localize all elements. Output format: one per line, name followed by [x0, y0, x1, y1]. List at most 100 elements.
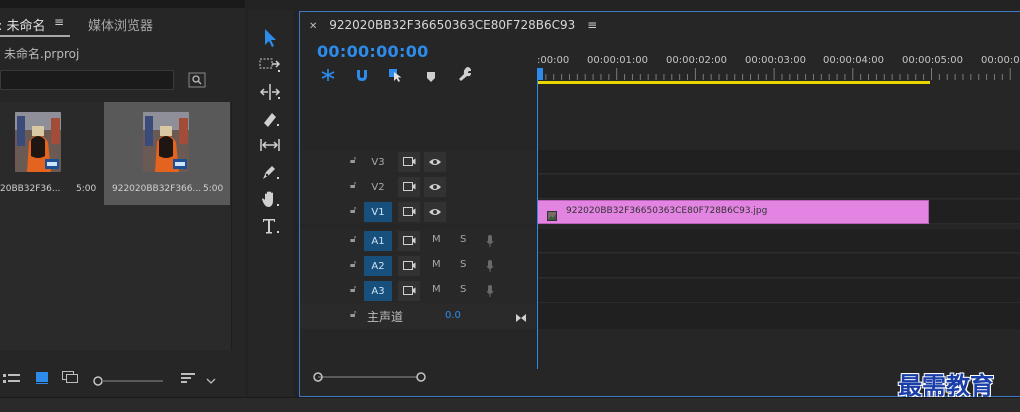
master-track-body[interactable] [537, 303, 1020, 329]
solo-button[interactable]: S [460, 259, 466, 270]
project-clip-item[interactable]: 922020BB32F366... 5:00 [104, 102, 230, 205]
track-target-v3[interactable]: V3 [364, 152, 392, 172]
list-view-icon[interactable] [3, 370, 21, 389]
eye-icon[interactable] [424, 152, 446, 172]
project-clip-item[interactable]: 20BB32F36... 5:00 [0, 102, 102, 205]
lock-icon[interactable]: 🔓︎ [350, 180, 356, 191]
tab-media-browser[interactable]: 媒体浏览器 [88, 15, 153, 34]
ruler-label: 00:00:02:00 [666, 55, 728, 66]
ruler-label: 00:00:05:00 [902, 55, 964, 66]
microphone-icon[interactable] [486, 258, 494, 277]
pen-icon [263, 166, 279, 179]
search-input[interactable] [0, 70, 174, 90]
master-track-header: 🔓︎ 主声道 0.0 [300, 303, 536, 329]
master-track-label: 主声道 [367, 310, 404, 324]
track-v3: 🔓︎ V3 [300, 150, 1020, 174]
tab-project-prefix: : [0, 19, 2, 34]
slip-tool[interactable] [256, 134, 284, 156]
icon-view-icon[interactable] [36, 369, 48, 388]
linked-selection-icon[interactable] [388, 67, 404, 86]
find-icon[interactable] [188, 72, 206, 88]
track-body[interactable] [537, 229, 1020, 253]
hand-tool[interactable] [256, 188, 284, 210]
track-target-v1[interactable]: V1 [364, 202, 392, 222]
tab-project-label: 未命名 [6, 19, 46, 34]
track-header: 🔓︎ V1 [300, 200, 536, 224]
lock-icon[interactable]: 🔓︎ [350, 259, 356, 270]
sync-lock-icon[interactable] [398, 177, 420, 197]
sort-icon[interactable] [181, 369, 197, 388]
bowtie-icon[interactable] [515, 309, 527, 328]
track-a3: 🔓︎ A3 M S [300, 279, 1020, 303]
solo-button[interactable]: S [460, 284, 466, 295]
selection-tool[interactable] [256, 27, 284, 49]
clip-duration: 5:00 [76, 184, 97, 194]
track-body[interactable] [537, 254, 1020, 278]
time-ruler[interactable]: :00:00 00:00:01:00 00:00:02:00 00:00:03:… [537, 40, 1020, 85]
razor-tool[interactable] [256, 108, 284, 130]
track-target-a3[interactable]: A3 [364, 281, 392, 301]
microphone-icon[interactable] [486, 283, 494, 302]
track-target-a1[interactable]: A1 [364, 231, 392, 251]
clip-name: 922020BB32F366... [112, 184, 202, 194]
sync-lock-icon[interactable] [398, 202, 420, 222]
track-a2: 🔓︎ A2 M S [300, 254, 1020, 278]
playhead-timecode[interactable]: 00:00:00:00 [317, 42, 429, 61]
microphone-icon[interactable] [486, 233, 494, 252]
timeline-clip[interactable]: 922020BB32F36650363CE80F728B6C93.jpg [537, 200, 929, 224]
lock-icon[interactable]: 🔓︎ [350, 205, 356, 216]
timeline-panel: ✕ 922020BB32F36650363CE80F728B6C93 ≡ 00:… [299, 11, 1020, 397]
lock-icon[interactable]: 🔓︎ [350, 155, 356, 166]
sequence-tab[interactable]: ✕ 922020BB32F36650363CE80F728B6C93 ≡ [309, 18, 597, 32]
watermark: 最需教育 [898, 371, 994, 400]
lock-icon[interactable]: 🔓︎ [350, 234, 356, 245]
ruler-label: 00:00:01:00 [587, 55, 649, 66]
panel-menu-icon[interactable]: ≡ [587, 18, 597, 32]
add-marker-icon[interactable] [426, 68, 436, 87]
eye-icon[interactable] [424, 177, 446, 197]
playhead-line[interactable] [537, 72, 538, 369]
ripple-edit-icon [259, 84, 281, 100]
work-area-bar[interactable] [537, 81, 930, 84]
track-select-tool[interactable] [256, 54, 284, 76]
zoom-slider[interactable] [93, 371, 165, 390]
upper-empty-area [537, 85, 1020, 150]
close-icon[interactable]: ✕ [309, 21, 317, 32]
track-body[interactable] [537, 175, 1020, 199]
ruler-label: 00:00:06 [981, 55, 1020, 66]
type-icon [263, 219, 279, 234]
mute-button[interactable]: M [432, 259, 441, 270]
ruler-label: :00:00 [537, 55, 570, 66]
lock-icon[interactable]: 🔓︎ [350, 309, 356, 320]
sync-lock-icon[interactable] [398, 231, 420, 251]
snap-magnet-icon[interactable] [355, 67, 369, 86]
ruler-label: 00:00:03:00 [745, 55, 807, 66]
master-volume-value[interactable]: 0.0 [445, 310, 461, 321]
track-body[interactable] [537, 279, 1020, 303]
sync-lock-icon[interactable] [398, 281, 420, 301]
panel-menu-icon[interactable]: ≡ [54, 15, 64, 29]
clip-thumbnail [143, 112, 189, 172]
track-target-v2[interactable]: V2 [364, 177, 392, 197]
solo-button[interactable]: S [460, 234, 466, 245]
nest-toggle-icon[interactable] [320, 67, 336, 86]
chevron-down-icon[interactable] [206, 370, 216, 389]
ruler-label: 00:00:04:00 [823, 55, 885, 66]
selection-arrow-icon [265, 29, 276, 47]
freeform-view-icon[interactable] [62, 369, 82, 388]
mute-button[interactable]: M [432, 284, 441, 295]
tab-project[interactable]: : 未命名 [0, 15, 46, 34]
type-tool[interactable] [256, 215, 284, 237]
sync-lock-icon[interactable] [398, 152, 420, 172]
tab-active-underline [0, 35, 70, 37]
ripple-edit-tool[interactable] [256, 81, 284, 103]
track-target-a2[interactable]: A2 [364, 256, 392, 276]
track-select-icon [259, 58, 281, 72]
pen-tool[interactable] [256, 161, 284, 183]
mute-button[interactable]: M [432, 234, 441, 245]
sync-lock-icon[interactable] [398, 256, 420, 276]
wrench-icon[interactable] [457, 66, 473, 86]
track-body[interactable] [537, 150, 1020, 174]
lock-icon[interactable]: 🔓︎ [350, 284, 356, 295]
eye-icon[interactable] [424, 202, 446, 222]
